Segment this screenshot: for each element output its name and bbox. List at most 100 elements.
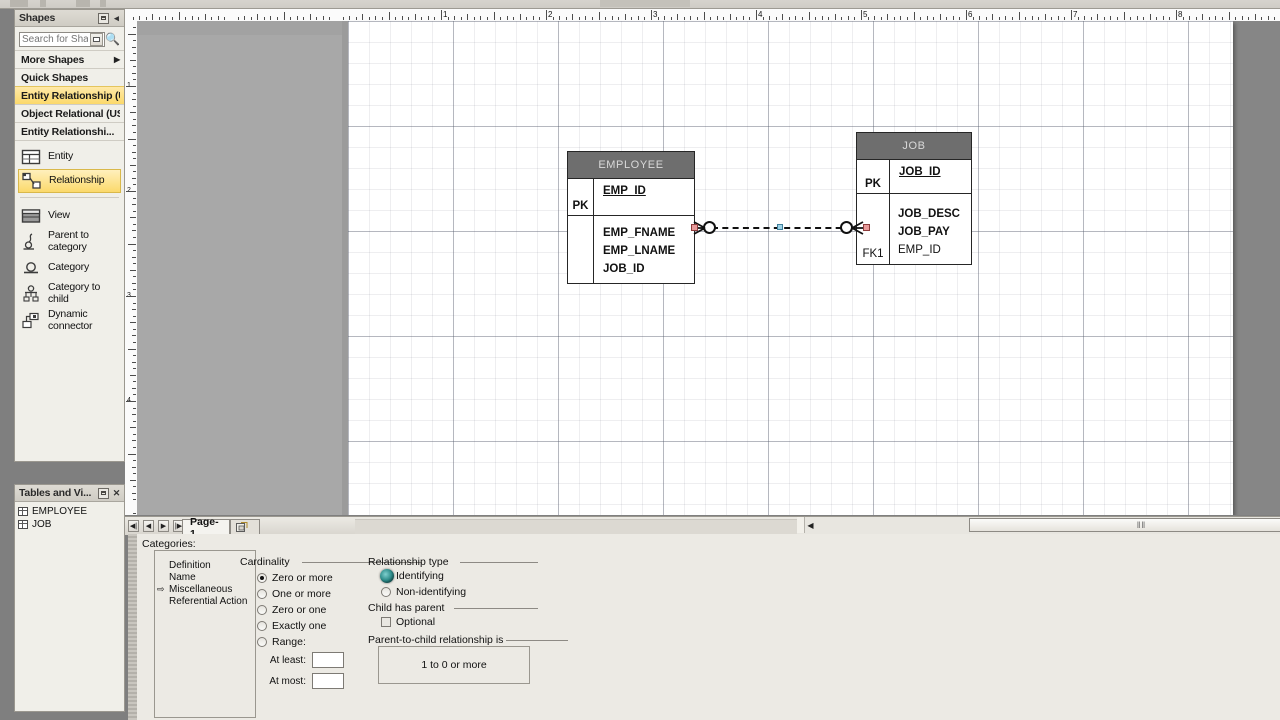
menu-item-object-relational[interactable]: Object Relational (US ... (15, 104, 124, 122)
radio-one-or-more[interactable]: One or more (257, 588, 331, 600)
table-name: JOB (32, 519, 52, 530)
at-least-input[interactable] (312, 652, 344, 668)
page-tab-page-1[interactable]: Page-1 (182, 516, 230, 540)
radio-label: Zero or more (272, 572, 333, 584)
field-name: EMP_LNAME (603, 245, 676, 257)
selection-arrow-icon: ⇨ (157, 584, 165, 594)
menu-item-more-shapes[interactable]: More Shapes ▶ (15, 50, 124, 68)
relationship-connector[interactable] (691, 221, 872, 235)
chevron-left-icon[interactable]: ◂ (111, 13, 122, 24)
restore-window-icon[interactable] (98, 12, 109, 24)
tables-panel-titlebar[interactable]: Tables and Vi... ✕ (15, 485, 124, 502)
connector-midpoint-handle[interactable] (777, 224, 783, 230)
field-name: JOB_ID (603, 263, 645, 275)
entity-attr-section: FK1 JOB_DESC JOB_PAY EMP_ID (857, 194, 971, 265)
radio-range[interactable]: Range: (257, 636, 306, 648)
stencil-item-relationship[interactable]: Relationship (18, 169, 121, 193)
key-label: PK (865, 178, 881, 190)
stencil-item-category-to-child[interactable]: Category to child (15, 280, 124, 307)
entity-key-fields: JOB_ID (890, 160, 971, 193)
table-icon (18, 520, 28, 529)
radio-label: One or more (272, 588, 331, 600)
horizontal-scrollbar[interactable]: ◀ ‖‖ (797, 516, 1280, 534)
menu-label: Entity Relationship (U... (21, 89, 120, 102)
dynamic-connector-shape-icon (21, 312, 41, 330)
scrollbar-thumb[interactable]: ‖‖ (969, 518, 1280, 532)
tables-and-views-panel: Tables and Vi... ✕ EMPLOYEE JOB (14, 484, 125, 712)
cardinality-title: Cardinality (240, 556, 290, 568)
entity-key-section: PK JOB_ID (857, 160, 971, 193)
prev-page-icon[interactable]: ◀ (143, 520, 154, 532)
group-rule (454, 608, 538, 609)
entity-employee[interactable]: EMPLOYEE PK EMP_ID EMP_FNAME EMP_LNAME J… (567, 151, 695, 284)
child-has-parent-title: Child has parent (368, 602, 445, 614)
parent-to-child-readout: 1 to 0 or more (378, 646, 530, 684)
radio-label: Zero or one (272, 604, 327, 616)
checkbox-label: Optional (396, 616, 436, 628)
search-input[interactable] (20, 32, 90, 46)
drawing-page[interactable]: EMPLOYEE PK EMP_ID EMP_FNAME EMP_LNAME J… (348, 21, 1233, 515)
categories-list[interactable]: Definition Name ⇨ Miscellaneous Referent… (154, 550, 256, 718)
dialog-grip (128, 534, 137, 720)
list-item[interactable]: EMPLOYEE (15, 505, 124, 518)
menu-item-entity-relationship-stencil[interactable]: Entity Relationshi... (15, 122, 124, 141)
menu-item-entity-relationship[interactable]: Entity Relationship (U... (15, 86, 124, 104)
checkbox-optional[interactable]: Optional (381, 616, 435, 628)
key-label: PK (572, 200, 589, 212)
stencil-item-entity[interactable]: Entity (15, 144, 124, 169)
entity-attr-section: EMP_FNAME EMP_LNAME JOB_ID (568, 216, 694, 284)
scroll-left-icon[interactable]: ◀ (804, 518, 817, 532)
at-least-field-row: At least: (262, 652, 344, 668)
stencil-item-label: View (48, 208, 70, 221)
relationship-type-title: Relationship type (368, 556, 449, 568)
entity-key-column (568, 216, 594, 284)
table-icon (18, 507, 28, 516)
field-name: EMP_FNAME (603, 227, 676, 239)
category-item-referential-action[interactable]: Referential Action (155, 595, 255, 607)
search-icon[interactable]: 🔍 (105, 32, 120, 47)
radio-zero-or-more[interactable]: Zero or more (257, 572, 333, 584)
drawing-canvas[interactable]: EMPLOYEE PK EMP_ID EMP_FNAME EMP_LNAME J… (137, 21, 1280, 515)
close-icon[interactable]: ✕ (111, 488, 122, 499)
restore-window-icon[interactable] (98, 487, 109, 499)
connector-endpoint-handle[interactable] (691, 224, 698, 231)
search-input-wrapper[interactable] (19, 31, 105, 47)
next-page-icon[interactable]: ▶ (158, 520, 169, 532)
field-name: EMP_ID (898, 244, 941, 256)
category-item-name[interactable]: Name (155, 571, 255, 583)
category-label: Name (169, 571, 196, 583)
stencil-item-view[interactable]: View (15, 203, 124, 228)
group-rule (506, 640, 568, 641)
radio-dot (257, 621, 267, 631)
stencil-item-dynamic-connector[interactable]: Dynamic connector (15, 307, 124, 334)
entity-attr-fields: JOB_DESC JOB_PAY EMP_ID (890, 194, 971, 265)
stencil-item-parent-to-category[interactable]: Parent to category (15, 228, 124, 255)
category-item-miscellaneous[interactable]: ⇨ Miscellaneous (155, 583, 255, 595)
dropdown-icon[interactable] (90, 32, 103, 46)
chevron-right-icon: ▶ (114, 55, 120, 64)
stencil-item-category[interactable]: Category (15, 255, 124, 280)
insert-page-icon[interactable] (230, 519, 260, 535)
field-name: JOB_DESC (898, 208, 960, 220)
field-name: JOB_ID (899, 166, 941, 178)
stencil-item-label: Relationship (49, 174, 105, 187)
parent-to-child-title: Parent-to-child relationship is (368, 634, 504, 646)
radio-zero-or-one[interactable]: Zero or one (257, 604, 326, 616)
field-name: JOB_PAY (898, 226, 950, 238)
radio-dot (257, 589, 267, 599)
entity-shape-icon (21, 148, 41, 166)
menu-item-quick-shapes[interactable]: Quick Shapes (15, 68, 124, 86)
first-page-icon[interactable]: ◀| (128, 520, 139, 532)
shapes-panel-titlebar[interactable]: Shapes ◂ (15, 10, 124, 27)
at-most-input[interactable] (312, 673, 344, 689)
list-item[interactable]: JOB (15, 518, 124, 531)
entity-job[interactable]: JOB PK JOB_ID FK1 JOB_DESC JOB_PAY EMP_I… (856, 132, 972, 265)
shapes-panel-title: Shapes (19, 12, 56, 24)
category-to-child-shape-icon (21, 284, 41, 303)
menu-label: More Shapes (21, 53, 85, 66)
connector-endpoint-handle[interactable] (863, 224, 870, 231)
stencil-item-label: Dynamic connector (48, 308, 93, 332)
radio-non-identifying[interactable]: Non-identifying (381, 586, 466, 598)
at-most-field-row: At most: (262, 673, 344, 689)
radio-exactly-one[interactable]: Exactly one (257, 620, 326, 632)
